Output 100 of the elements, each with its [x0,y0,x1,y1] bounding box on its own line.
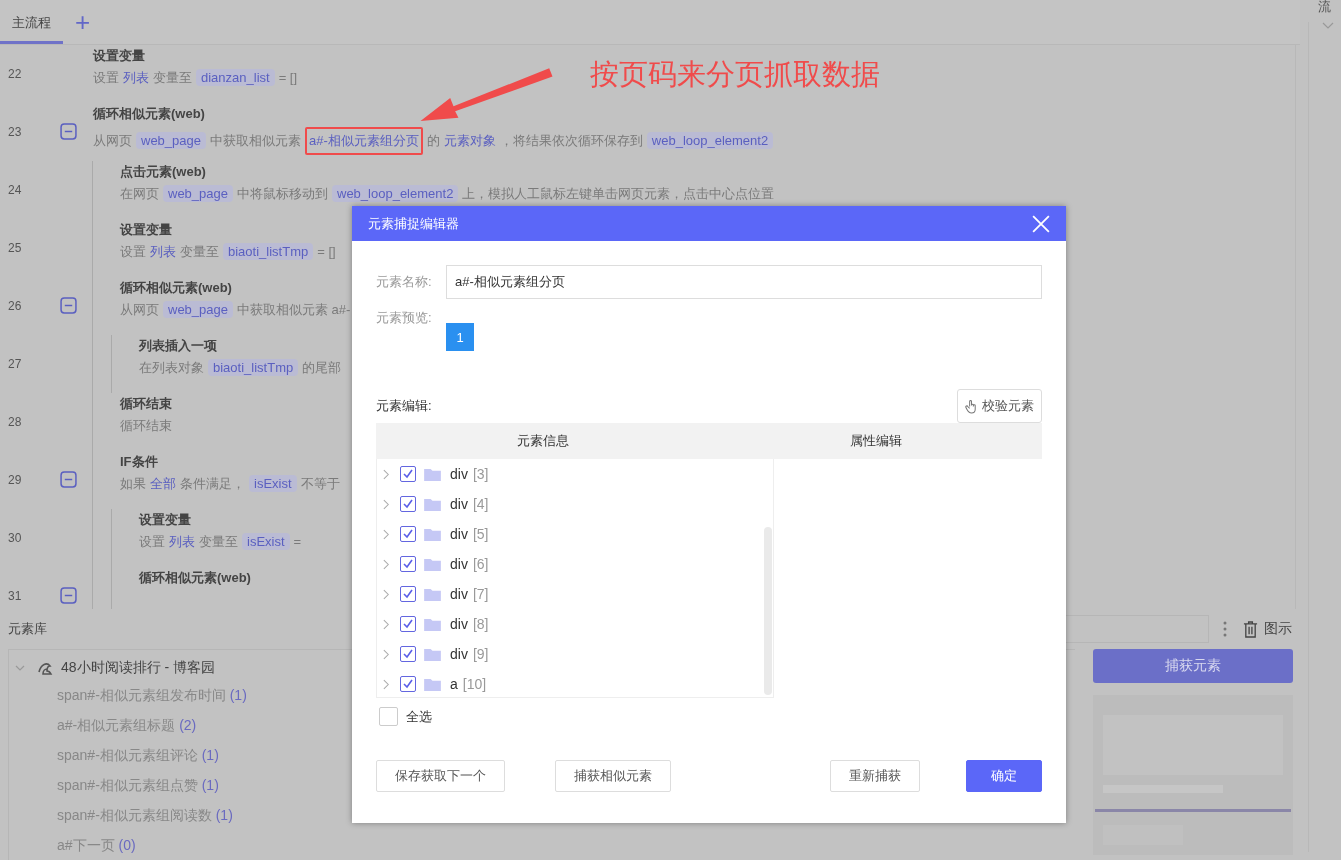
line-number: 23 [7,123,23,141]
node-label[interactable]: div [450,556,468,572]
node-index: [5] [472,526,489,542]
checkbox[interactable] [379,707,398,726]
collapse-icon[interactable] [60,296,77,314]
site-icon [37,660,53,676]
variable-chip: biaoti_listTmp [208,359,299,377]
step-title: 设置变量 [139,510,192,529]
flow-tab[interactable]: 主流程 [0,0,63,44]
variable-chip: dianzan_list [196,69,275,87]
node-label[interactable]: div [450,466,468,482]
panel-title: 流 [1318,0,1331,16]
folder-icon [424,587,441,601]
caret-icon[interactable] [383,498,390,510]
dialog-title: 元素捕捉编辑器 [368,214,459,233]
collapse-icon[interactable] [60,470,77,488]
checkbox[interactable] [400,586,416,602]
node-index: [6] [472,556,489,572]
folder-icon [424,677,441,691]
node-label[interactable]: div [450,646,468,662]
checkbox[interactable] [400,526,416,542]
column-header: 元素信息 [515,432,570,450]
step-text: 如果 [120,474,146,493]
page-node[interactable]: 48小时阅读排行 - 博客园 [61,659,215,677]
caret-icon[interactable] [383,528,390,540]
hand-icon [965,398,978,414]
variable-chip: web_loop_element2 [332,185,459,203]
node-label[interactable]: div [450,586,468,602]
caret-icon[interactable] [383,618,390,630]
checkbox[interactable] [400,496,416,512]
step-text: 条件满足， [180,474,245,493]
node-label[interactable]: div [450,616,468,632]
checkbox[interactable] [400,616,416,632]
keyword-link[interactable]: a#-相似元素组分页 [305,126,423,155]
legend-label[interactable]: 图示 [1264,620,1292,638]
folder-icon [424,467,441,481]
keyword-link[interactable]: 列表 [123,68,149,87]
chevron-down-icon[interactable] [1322,22,1334,30]
step-text: 变量至 [153,68,192,87]
panel-title: 元素库 [8,620,47,638]
keyword-link[interactable]: 列表 [169,532,195,551]
variable-chip: web_page [136,132,206,150]
keyword-link[interactable]: 全部 [150,474,176,493]
dialog-button[interactable]: 捕获相似元素 [555,760,671,792]
checkbox[interactable] [400,676,416,692]
capture-button[interactable]: 捕获元素 [1093,649,1293,683]
collapse-icon[interactable] [60,122,77,140]
name-input[interactable]: a#-相似元素组分页 [446,265,1042,299]
step-text: 从网页 [93,131,132,150]
folder-icon [424,497,441,511]
preview-element: 1 [446,323,474,351]
step-title: 循环结束 [120,394,172,413]
step-text: 设置 [139,532,165,551]
section-label: 元素编辑: [376,397,432,415]
verify-button[interactable]: 校验元素 [957,389,1042,423]
collapse-icon[interactable] [60,586,77,604]
variable-chip: isExist [249,475,297,493]
keyword-link[interactable]: 列表 [150,242,176,261]
step-text: 变量至 [180,242,219,261]
step-text: 上，模拟人工鼠标左键单击网页元素，点击中心点位置 [462,184,775,203]
line-number: 25 [7,239,23,257]
step-title: 列表插入一项 [139,336,218,355]
dialog-button[interactable]: 确定 [966,760,1042,792]
line-number: 24 [7,181,23,199]
dialog-button[interactable]: 保存获取下一个 [376,760,505,792]
node-index: [9] [472,646,489,662]
node-label[interactable]: div [450,496,468,512]
folder-icon [424,527,441,541]
step-text: 不等于 [300,474,340,493]
line-number: 31 [7,587,23,605]
checkbox[interactable] [400,556,416,572]
caret-icon[interactable] [383,588,390,600]
annotation-text: 按页码来分页抓取数据 [590,56,880,92]
step-text: = [293,534,302,550]
chevron-down-icon[interactable] [15,663,25,673]
step-text: 中获取相似元素 a#- [237,300,351,319]
node-label[interactable]: a [450,676,458,692]
step-text: 中将鼠标移动到 [237,184,328,203]
caret-icon[interactable] [383,468,390,480]
keyword-link[interactable]: 元素对象 [443,131,496,150]
step-title: 循环相似元素(web) [93,104,206,123]
step-title: IF条件 [120,452,159,471]
caret-icon[interactable] [383,678,390,690]
node-index: [10] [462,676,487,692]
checkbox[interactable] [400,466,416,482]
caret-icon[interactable] [383,648,390,660]
close-icon[interactable] [1032,214,1050,233]
caret-icon[interactable] [383,558,390,570]
step-title: 设置变量 [120,220,173,239]
trash-icon[interactable] [1243,620,1258,638]
step-text: 中获取相似元素 [210,131,301,150]
line-number: 26 [7,297,23,315]
folder-icon [424,647,441,661]
dialog-button[interactable]: 重新捕获 [830,760,920,792]
node-label[interactable]: div [450,526,468,542]
checkbox[interactable] [400,646,416,662]
more-icon[interactable] [1223,621,1227,637]
checkbox-label[interactable]: 全选 [406,707,432,726]
folder-icon [424,557,441,571]
line-number: 22 [7,65,23,83]
